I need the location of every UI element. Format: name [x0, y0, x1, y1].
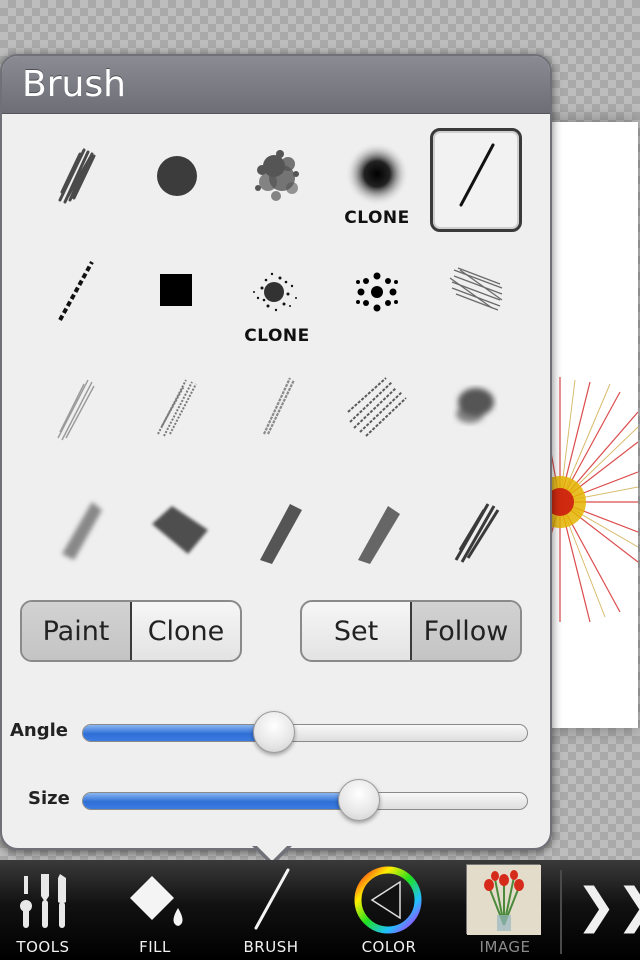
round-brush-icon[interactable]	[132, 130, 222, 230]
chalk-brush-icon[interactable]	[32, 130, 122, 230]
tools-button[interactable]: TOOLS	[0, 860, 98, 960]
watercolor-brush-icon[interactable]	[32, 484, 122, 584]
brush-popover: Brush CLONE CLONE Paint Clone Set Follow…	[0, 54, 552, 850]
brush-button[interactable]: BRUSH	[216, 860, 326, 960]
brush-line-icon	[254, 868, 290, 930]
color-label: COLOR	[361, 938, 417, 956]
brush-label: BRUSH	[243, 938, 299, 956]
soft-clone-brush-icon[interactable]: CLONE	[332, 130, 422, 230]
square-brush-icon[interactable]	[132, 248, 222, 348]
bristle-brush-icon[interactable]	[430, 484, 520, 584]
ink-wash-brush-icon[interactable]	[132, 484, 222, 584]
color-wheel-icon	[354, 866, 422, 934]
pencil-stroke-icon[interactable]	[232, 362, 322, 462]
clone-label: CLONE	[244, 326, 310, 346]
smudge-brush-icon[interactable]	[430, 362, 520, 462]
color-button[interactable]: COLOR	[334, 860, 444, 960]
dry-brush-icon[interactable]	[232, 484, 322, 584]
hatch-brush-icon[interactable]	[430, 248, 520, 348]
image-thumbnail	[466, 864, 541, 935]
angle-slider-thumb[interactable]	[252, 711, 295, 753]
bottom-toolbar: TOOLS FILL BRUSH COLOR IMAGE ❯	[0, 860, 640, 960]
sumi-brush-icon[interactable]	[332, 484, 422, 584]
size-slider-fill	[83, 793, 359, 809]
paint-button[interactable]: Paint	[22, 602, 130, 660]
line-brush-icon[interactable]	[430, 128, 522, 232]
tools-label: TOOLS	[16, 938, 70, 956]
angle-slider-track[interactable]	[82, 724, 528, 742]
more-chevrons-icon[interactable]: ❯❯	[576, 878, 640, 934]
angle-mode-toggle: Set Follow	[300, 600, 522, 662]
popover-title: Brush	[22, 64, 126, 105]
fill-button[interactable]: FILL	[100, 860, 210, 960]
toolbar-divider	[560, 870, 562, 954]
clone-button[interactable]: Clone	[130, 602, 240, 660]
pencil-hatch-icon[interactable]	[32, 362, 122, 462]
paint-clone-toggle: Paint Clone	[20, 600, 242, 662]
angle-slider-fill	[83, 725, 274, 741]
charcoal-brush-icon[interactable]	[132, 362, 222, 462]
dots-brush-icon[interactable]	[332, 248, 422, 348]
tools-icon	[20, 874, 66, 928]
size-slider-thumb[interactable]	[337, 779, 380, 821]
popover-pointer-inner	[255, 844, 289, 861]
image-button[interactable]: IMAGE	[460, 860, 550, 960]
size-label: Size	[28, 788, 70, 809]
splatter-brush-icon[interactable]	[232, 130, 322, 230]
image-label: IMAGE	[479, 938, 531, 956]
set-button[interactable]: Set	[302, 602, 410, 660]
angle-label: Angle	[10, 720, 69, 741]
fill-bucket-icon	[130, 876, 183, 926]
spray-clone-brush-icon[interactable]: CLONE	[232, 248, 322, 348]
follow-button[interactable]: Follow	[410, 602, 520, 660]
fill-label: FILL	[139, 938, 171, 956]
crayon-brush-icon[interactable]	[332, 362, 422, 462]
dashed-line-brush-icon[interactable]	[32, 248, 122, 348]
size-slider-track[interactable]	[82, 792, 528, 810]
clone-label: CLONE	[344, 208, 410, 228]
